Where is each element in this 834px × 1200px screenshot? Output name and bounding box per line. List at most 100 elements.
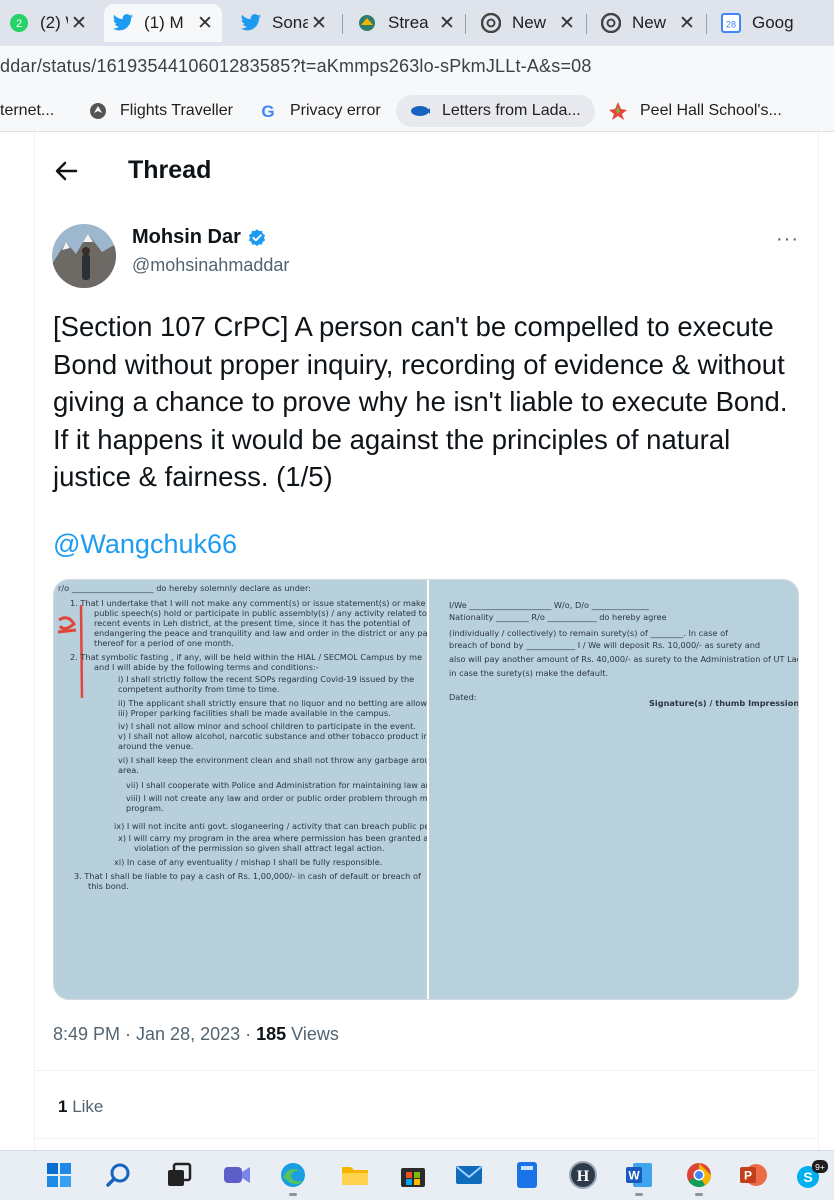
task-view-icon[interactable] [162,1158,196,1192]
close-icon[interactable]: ✕ [676,12,698,35]
document-image-left[interactable]: r/o ____________________ do hereby solem… [54,580,427,999]
meet-icon[interactable] [220,1158,254,1192]
document-line: also will pay another amount of Rs. 40,0… [449,654,799,664]
document-line: ix) I will not incite anti govt. slogane… [114,821,427,831]
document-line: this bond. [88,881,129,891]
page-title: Thread [128,156,212,184]
bookmarks-bar: ternet... Flights Traveller G Privacy er… [0,90,834,132]
avatar[interactable] [52,224,116,288]
tab-twitter[interactable]: Sona ✕ [232,4,336,42]
tab-stream[interactable]: Strea ✕ [348,4,464,42]
document-line: x) I will carry my program in the area w… [118,833,427,843]
close-icon[interactable]: ✕ [436,12,458,35]
document-image-right[interactable]: I/We ____________________ W/o, D/o _____… [429,580,799,999]
svg-text:9+: 9+ [815,1162,825,1172]
document-line: 3. That I shall be liable to pay a cash … [74,871,421,881]
document-line: xi) In case of any eventuality / mishap … [114,857,383,867]
url-text[interactable]: ddar/status/1619354410601283585?t=aKmmps… [0,56,592,77]
tweet-page: Thread Mohsin Dar @mohsinahmaddar ··· [S… [0,132,834,1150]
close-icon[interactable]: ✕ [308,12,330,35]
h-app-icon[interactable]: H [566,1158,600,1192]
fish-icon [410,101,430,121]
edge-icon[interactable] [276,1158,310,1196]
word-icon[interactable]: W [622,1158,656,1196]
close-icon[interactable]: ✕ [68,12,90,35]
document-line: breach of bond by ____________ I / We wi… [449,640,761,650]
twitter-icon [112,12,134,34]
tab-google-calendar[interactable]: 28 Goog [712,4,834,42]
document-line: public speech(s) hold or participate in … [94,608,427,618]
likes-stat[interactable]: 1 Like [58,1097,103,1117]
close-icon[interactable]: ✕ [556,12,578,35]
bookmark-label: Peel Hall School's... [640,102,782,119]
twitter-icon [240,12,262,34]
author-handle[interactable]: @mohsinahmaddar [132,255,289,276]
bookmark-internet[interactable]: ternet... [0,95,54,127]
bookmark-peel-hall-school[interactable]: Peel Hall School's... [608,95,782,127]
calendar-icon: 28 [720,12,742,34]
document-line: vi) I shall keep the environment clean a… [118,755,427,765]
left-border [34,132,35,1150]
bookmark-label: Privacy error [290,102,381,119]
running-indicator [289,1193,297,1196]
document-line: Dated: [449,692,477,702]
address-bar[interactable]: ddar/status/1619354410601283585?t=aKmmps… [0,46,834,90]
bookmark-privacy-error[interactable]: G Privacy error [258,95,381,127]
file-explorer-icon[interactable] [338,1158,372,1192]
svg-text:P: P [744,1169,752,1183]
mention-link[interactable]: @Wangchuk66 [53,529,237,560]
tab-separator [706,14,707,34]
close-icon[interactable]: ✕ [194,12,216,35]
document-line: recent events in Leh district, at the pr… [94,618,411,628]
author-name[interactable]: Mohsin Dar [132,226,267,249]
bookmark-label: Flights Traveller [120,102,233,119]
verified-badge-icon [247,228,267,248]
mail-icon[interactable] [452,1158,486,1192]
more-options-icon[interactable]: ··· [776,228,799,251]
svg-text:W: W [628,1169,640,1183]
document-line: around the venue. [118,741,194,751]
tab-separator [342,14,343,34]
document-line: vii) I shall cooperate with Police and A… [126,780,427,790]
whatsapp-icon: 2 [8,12,30,34]
tab-whatsapp[interactable]: 2 (2) W ✕ [0,4,96,42]
tweet-media[interactable]: r/o ____________________ do hereby solem… [53,579,799,1000]
document-line: program. [126,803,164,813]
document-line: iv) I shall not allow minor and school c… [118,721,416,731]
views-label: Views [286,1024,339,1044]
divider [35,1070,818,1071]
tab-title: (1) M [144,13,184,32]
views-count: 185 [256,1024,287,1044]
bookmark-label: ternet... [0,102,55,119]
tab-title: New [632,13,667,32]
powerpoint-icon[interactable]: P [736,1158,770,1192]
document-line: I/We ____________________ W/o, D/o _____… [449,600,649,610]
document-line: v) I shall not allow alcohol, narcotic s… [118,731,427,741]
author-name-text[interactable]: Mohsin Dar [132,226,241,249]
tab-strip: 2 (2) W ✕ (1) M ✕ Sona ✕ Strea ✕ New ✕ N… [0,0,834,46]
tab-title: Sona [272,13,308,32]
store-icon[interactable] [396,1158,430,1192]
chrome-icon[interactable] [682,1158,716,1196]
back-arrow-icon[interactable] [52,156,82,186]
search-icon[interactable] [102,1158,136,1192]
tab-new-1[interactable]: New ✕ [472,4,584,42]
app-icon[interactable] [510,1158,544,1192]
divider [35,1138,818,1139]
skype-icon[interactable]: S 9+ [794,1158,828,1192]
tab-separator [465,14,466,34]
tab-twitter-active[interactable]: (1) M ✕ [104,4,222,42]
tweet-time[interactable]: 8:49 PM · Jan 28, 2023 · [53,1024,256,1044]
bookmark-letters-from-ladakh[interactable]: Letters from Lada... [396,95,595,127]
windows-start-icon[interactable] [42,1158,76,1192]
tab-separator [586,14,587,34]
svg-text:S: S [803,1169,812,1185]
bookmark-flights-traveller[interactable]: Flights Traveller [88,95,233,127]
document-line: Signature(s) / thumb Impression(s) [649,698,799,708]
tab-title: Goog [752,13,794,32]
chrome-icon [600,12,622,34]
tab-title: Strea [388,13,429,32]
running-indicator [695,1193,703,1196]
tab-new-2[interactable]: New ✕ [592,4,704,42]
document-line: and I will abide by the following terms … [94,662,319,672]
